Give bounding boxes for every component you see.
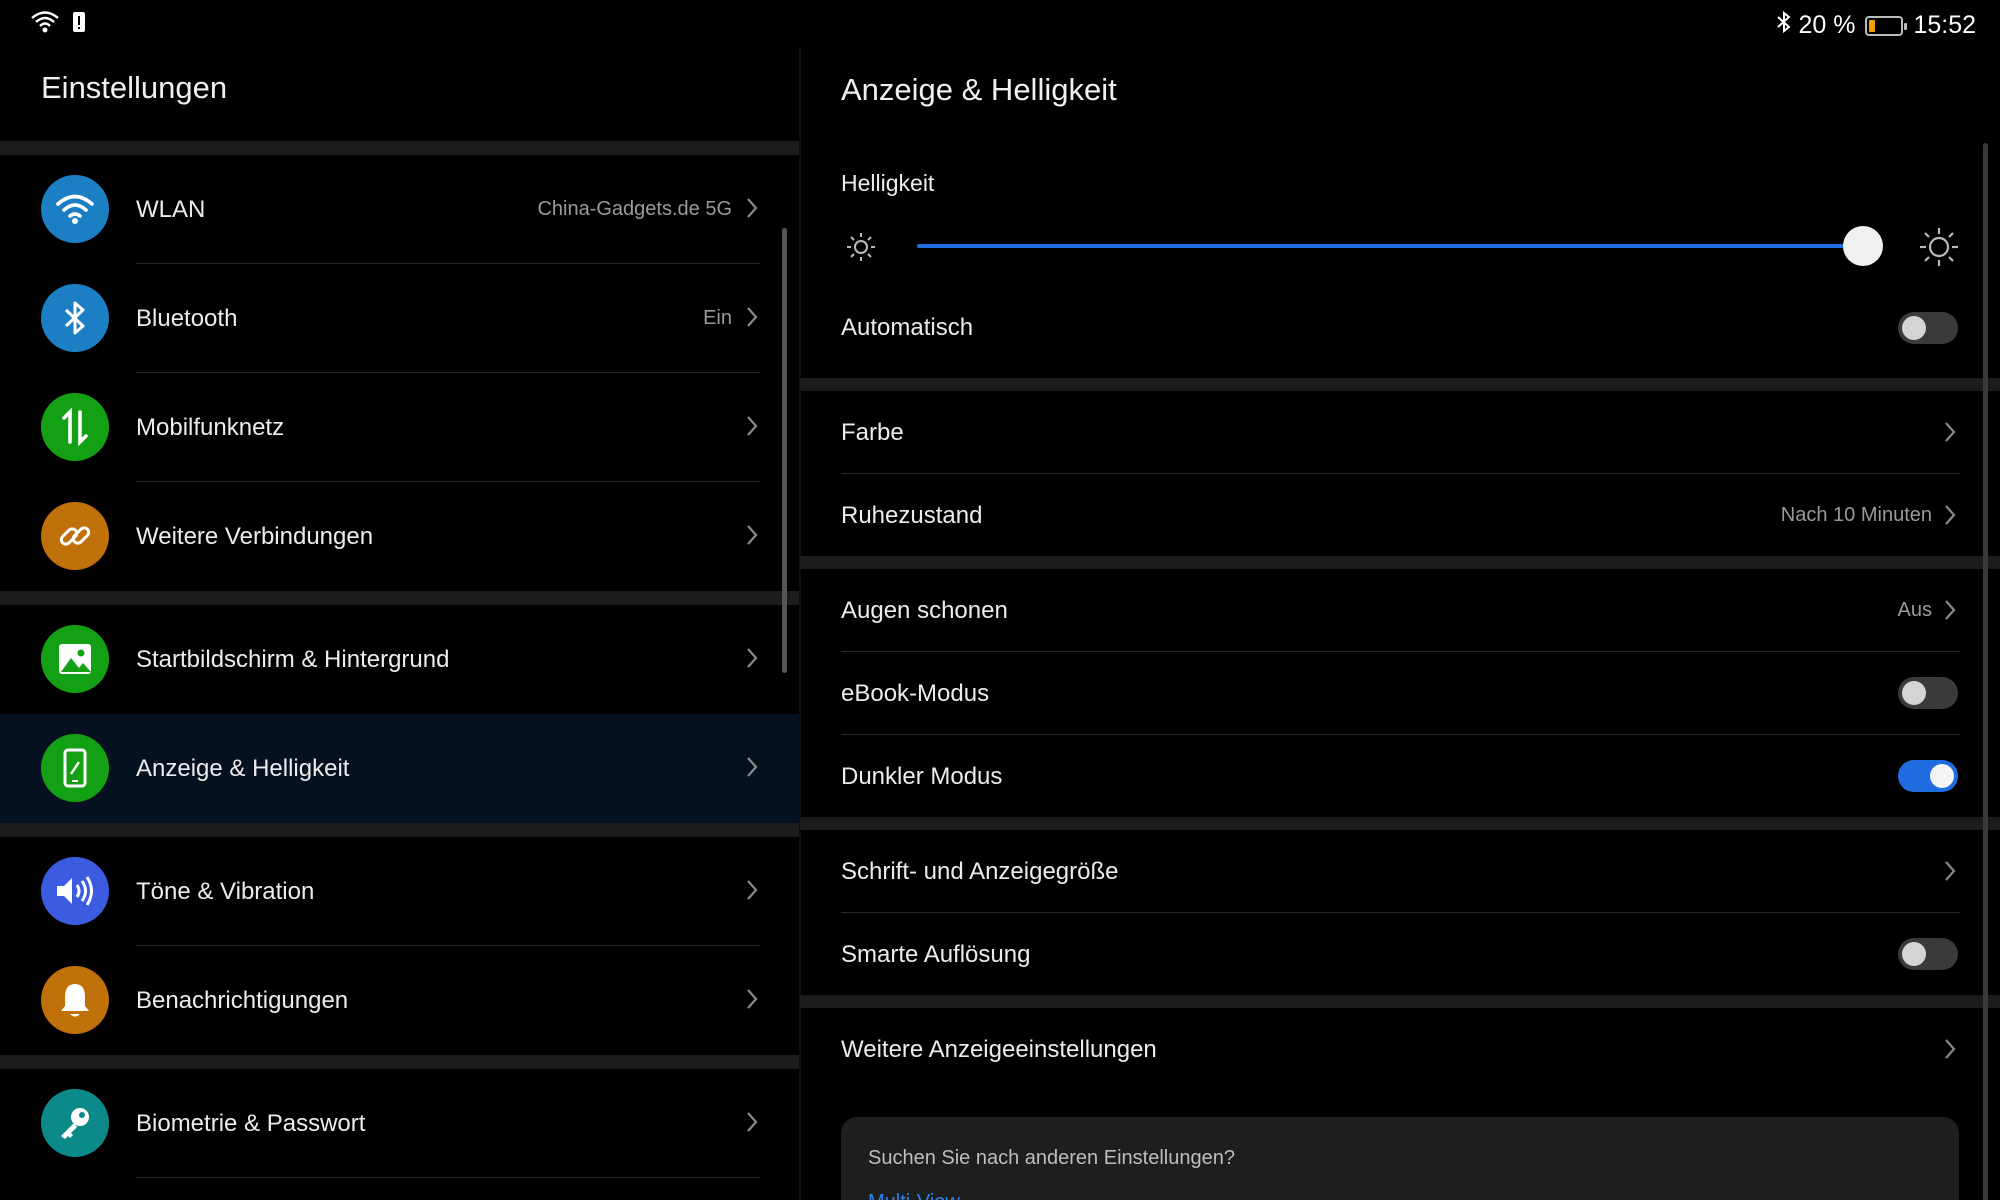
chevron-right-icon bbox=[1944, 504, 1956, 531]
settings-item-bluetooth[interactable]: Bluetooth Ein bbox=[0, 264, 800, 373]
slider-track[interactable] bbox=[917, 244, 1882, 248]
chevron-right-icon bbox=[746, 647, 758, 674]
settings-item-anzeige-helligkeit[interactable]: Anzeige & Helligkeit bbox=[0, 714, 800, 823]
group-separator bbox=[0, 823, 800, 837]
settings-item-wlan[interactable]: WLAN China-Gadgets.de 5G bbox=[0, 155, 800, 264]
chevron-right-icon bbox=[746, 988, 758, 1015]
settings-item-startbildschirm[interactable]: Startbildschirm & Hintergrund bbox=[0, 605, 800, 714]
augen-schonen-label: Augen schonen bbox=[841, 597, 1008, 624]
brightness-low-icon bbox=[845, 231, 877, 268]
ruhezustand-value: Nach 10 Minuten bbox=[1780, 504, 1932, 526]
augen-schonen-row[interactable]: Augen schonen Aus bbox=[800, 569, 2000, 651]
group-separator bbox=[0, 591, 800, 605]
chevron-right-icon bbox=[746, 415, 758, 442]
scrollbar[interactable] bbox=[1983, 143, 1988, 1200]
status-bar: 20 % 15:52 bbox=[0, 0, 2000, 48]
group-separator bbox=[800, 378, 2000, 391]
ebook-modus-toggle[interactable] bbox=[1898, 677, 1958, 709]
key-icon bbox=[41, 1089, 109, 1157]
chevron-right-icon bbox=[746, 306, 758, 333]
ruhezustand-label: Ruhezustand bbox=[841, 502, 983, 529]
settings-item-value: China-Gadgets.de 5G bbox=[537, 198, 732, 220]
battery-percent: 20 % bbox=[1798, 11, 1856, 39]
wifi-icon bbox=[30, 10, 60, 39]
divider bbox=[136, 1177, 760, 1178]
chevron-right-icon bbox=[1944, 1038, 1956, 1065]
ebook-modus-row[interactable]: eBook-Modus bbox=[800, 652, 2000, 734]
group-separator bbox=[0, 141, 800, 155]
group-separator bbox=[800, 556, 2000, 569]
chevron-right-icon bbox=[746, 197, 758, 224]
automatisch-toggle[interactable] bbox=[1898, 312, 1958, 344]
settings-list-pane: Einstellungen WLAN China-Gadgets.de 5G B… bbox=[0, 48, 800, 1200]
ruhezustand-row[interactable]: Ruhezustand Nach 10 Minuten bbox=[800, 474, 2000, 556]
settings-item-label: Mobilfunknetz bbox=[136, 413, 285, 441]
notification-alert-icon bbox=[72, 10, 86, 39]
group-separator bbox=[800, 995, 2000, 1008]
settings-item-label: Startbildschirm & Hintergrund bbox=[136, 645, 450, 673]
automatisch-label: Automatisch bbox=[841, 314, 974, 341]
slider-thumb[interactable] bbox=[1842, 226, 1883, 266]
chevron-right-icon bbox=[746, 1111, 758, 1138]
chevron-right-icon bbox=[746, 879, 758, 906]
bluetooth-icon bbox=[41, 284, 109, 352]
image-icon bbox=[41, 625, 109, 693]
dunkler-modus-row[interactable]: Dunkler Modus bbox=[800, 735, 2000, 817]
settings-item-label: Anzeige & Helligkeit bbox=[136, 754, 350, 782]
smarte-aufloesung-row[interactable]: Smarte Auflösung bbox=[800, 913, 2000, 995]
settings-item-weitere-verbindungen[interactable]: Weitere Verbindungen bbox=[0, 482, 800, 591]
chevron-right-icon bbox=[746, 524, 758, 551]
weitere-anzeigeeinstellungen-row[interactable]: Weitere Anzeigeeinstellungen bbox=[800, 1008, 2000, 1090]
phone-brightness-icon bbox=[41, 734, 109, 802]
settings-item-mobilfunknetz[interactable]: Mobilfunknetz bbox=[0, 373, 800, 482]
bluetooth-icon bbox=[1776, 10, 1792, 41]
chevron-right-icon bbox=[746, 756, 758, 783]
group-separator bbox=[800, 817, 2000, 830]
automatisch-row[interactable]: Automatisch bbox=[800, 292, 2000, 372]
search-suggestion-question: Suchen Sie nach anderen Einstellungen? bbox=[868, 1147, 1235, 1169]
chevron-right-icon bbox=[1944, 860, 1956, 887]
battery-icon bbox=[1865, 15, 1908, 36]
farbe-row[interactable]: Farbe bbox=[800, 391, 2000, 473]
mobile-data-icon bbox=[41, 393, 109, 461]
settings-item-label: WLAN bbox=[136, 195, 206, 223]
group-separator bbox=[0, 1055, 800, 1069]
settings-item-label: Biometrie & Passwort bbox=[136, 1109, 366, 1137]
settings-item-biometrie-passwort[interactable]: Biometrie & Passwort bbox=[0, 1069, 800, 1178]
scrollbar[interactable] bbox=[782, 228, 787, 673]
smarte-aufloesung-toggle[interactable] bbox=[1898, 938, 1958, 970]
wifi-icon bbox=[41, 175, 109, 243]
brightness-high-icon bbox=[1918, 226, 1960, 273]
farbe-label: Farbe bbox=[841, 419, 904, 446]
settings-item-toene-vibration[interactable]: Töne & Vibration bbox=[0, 837, 800, 946]
augen-schonen-value: Aus bbox=[1897, 599, 1932, 621]
schriftgroesse-label: Schrift- und Anzeigegröße bbox=[841, 858, 1119, 885]
speaker-icon bbox=[41, 857, 109, 925]
ebook-modus-label: eBook-Modus bbox=[841, 680, 990, 707]
settings-item-label: Töne & Vibration bbox=[136, 877, 315, 905]
smarte-aufloesung-label: Smarte Auflösung bbox=[841, 941, 1031, 968]
dunkler-modus-label: Dunkler Modus bbox=[841, 763, 1003, 790]
clock: 15:52 bbox=[1913, 11, 1976, 39]
detail-pane: Anzeige & Helligkeit Helligkeit Automati… bbox=[800, 48, 2000, 1200]
chevron-right-icon bbox=[1944, 421, 1956, 448]
link-icon bbox=[41, 502, 109, 570]
settings-item-label: Weitere Verbindungen bbox=[136, 522, 374, 550]
settings-item-benachrichtigungen[interactable]: Benachrichtigungen bbox=[0, 946, 800, 1055]
chevron-right-icon bbox=[1944, 599, 1956, 626]
bell-icon bbox=[41, 966, 109, 1034]
settings-item-label: Bluetooth bbox=[136, 304, 238, 332]
settings-item-label: Benachrichtigungen bbox=[136, 986, 349, 1014]
settings-item-value: Ein bbox=[703, 307, 732, 329]
settings-list: WLAN China-Gadgets.de 5G Bluetooth Ein M… bbox=[0, 141, 800, 1178]
schriftgroesse-row[interactable]: Schrift- und Anzeigegröße bbox=[800, 830, 2000, 912]
search-suggestion-card: Suchen Sie nach anderen Einstellungen? M… bbox=[841, 1117, 1959, 1200]
weitere-anzeigeeinstellungen-label: Weitere Anzeigeeinstellungen bbox=[841, 1036, 1157, 1063]
page-title: Einstellungen bbox=[41, 70, 228, 105]
dunkler-modus-toggle[interactable] bbox=[1898, 760, 1958, 792]
multi-view-link[interactable]: Multi-View bbox=[868, 1191, 960, 1200]
